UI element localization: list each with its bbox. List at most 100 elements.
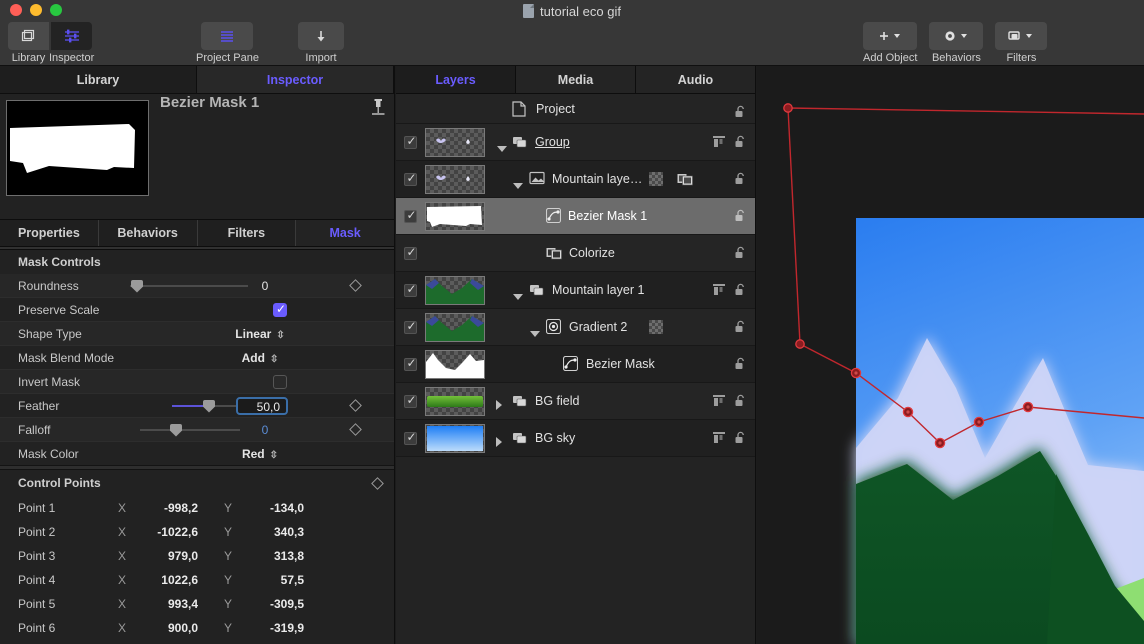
preserve-scale-checkbox[interactable] <box>273 302 287 317</box>
layer-visibility-checkbox[interactable] <box>404 208 417 223</box>
row-shape-type[interactable]: Shape Type Linear ⇳ <box>0 322 394 346</box>
toolbar-library-button[interactable]: Library <box>8 22 49 64</box>
layer-row-colorize[interactable]: Colorize <box>396 235 755 272</box>
control-point-row[interactable]: Point 2 X -1022,6 Y 340,3 <box>0 520 394 544</box>
tab-behaviors[interactable]: Behaviors <box>98 220 198 246</box>
lock-icon[interactable] <box>734 283 747 302</box>
tab-layers[interactable]: Layers <box>396 66 516 93</box>
tab-audio[interactable]: Audio <box>636 66 755 93</box>
disclosure-triangle-closed[interactable] <box>496 434 502 452</box>
control-point-row[interactable]: Point 3 X 979,0 Y 313,8 <box>0 544 394 568</box>
layer-row-mountain-layer-1[interactable]: Mountain layer 1 <box>396 272 755 309</box>
point-3-y-value[interactable]: 313,8 <box>238 549 308 563</box>
align-icon[interactable] <box>712 135 726 154</box>
layer-row-bezier-mask[interactable]: Bezier Mask <box>396 346 755 383</box>
lock-icon[interactable] <box>734 172 747 186</box>
point-4-y-value[interactable]: 57,5 <box>238 573 308 587</box>
layer-visibility-checkbox[interactable] <box>404 245 417 260</box>
roundness-value[interactable]: 0 <box>210 279 320 293</box>
disclosure-triangle-open[interactable] <box>513 287 523 305</box>
row-falloff[interactable]: Falloff 0 <box>0 418 394 442</box>
layer-row-gradient-2[interactable]: Gradient 2 <box>396 309 755 346</box>
layer-visibility-checkbox[interactable] <box>404 134 417 149</box>
feather-knob[interactable] <box>203 399 215 413</box>
lock-icon[interactable] <box>734 209 747 223</box>
control-point-row[interactable]: Point 4 X 1022,6 Y 57,5 <box>0 568 394 592</box>
row-preserve-scale[interactable]: Preserve Scale <box>0 298 394 322</box>
toolbar-behaviors-button[interactable]: Behaviors <box>929 22 984 64</box>
tab-properties[interactable]: Properties <box>0 220 99 246</box>
tab-inspector[interactable]: Inspector <box>197 66 394 93</box>
layer-visibility-checkbox[interactable] <box>404 319 417 334</box>
row-mask-color[interactable]: Mask Color Red ⇳ <box>0 442 394 466</box>
feather-keyframe-icon[interactable] <box>349 399 362 412</box>
tab-filters[interactable]: Filters <box>197 220 297 246</box>
lock-icon[interactable] <box>734 246 747 260</box>
toolbar-import-button[interactable]: Import <box>298 22 344 64</box>
layer-visibility-checkbox[interactable] <box>404 171 417 186</box>
pin-icon[interactable] <box>370 98 386 118</box>
shape-type-popup[interactable]: Linear ⇳ <box>180 327 340 341</box>
invert-mask-checkbox[interactable] <box>273 375 287 389</box>
tab-library[interactable]: Library <box>0 66 197 93</box>
point-2-label: Point 2 <box>18 525 56 539</box>
roundness-keyframe-icon[interactable] <box>349 279 362 292</box>
mask-blend-mode-popup[interactable]: Add ⇳ <box>180 351 340 365</box>
align-icon[interactable] <box>712 394 726 413</box>
disclosure-triangle-closed[interactable] <box>496 397 502 415</box>
canvas-viewport[interactable] <box>757 66 1144 644</box>
falloff-value[interactable]: 0 <box>210 423 320 437</box>
control-points-keyframe-icon[interactable] <box>371 476 384 490</box>
falloff-knob[interactable] <box>170 423 182 437</box>
lock-icon[interactable] <box>734 357 747 371</box>
layer-row-bg-sky[interactable]: BG sky <box>396 420 755 457</box>
lock-icon[interactable] <box>734 320 747 334</box>
tab-mask[interactable]: Mask <box>296 220 394 246</box>
align-icon[interactable] <box>712 283 726 302</box>
toolbar-project-pane-button[interactable]: Project Pane <box>196 22 259 64</box>
tab-media[interactable]: Media <box>516 66 636 93</box>
feather-value-field[interactable]: 50,0 <box>236 396 288 415</box>
disclosure-triangle-open[interactable] <box>513 176 523 194</box>
toolbar-add-object-button[interactable]: Add Object <box>863 22 917 64</box>
row-invert-mask[interactable]: Invert Mask <box>0 370 394 394</box>
point-5-y-value[interactable]: -309,5 <box>238 597 308 611</box>
layer-row-bezier-mask-1[interactable]: Bezier Mask 1 <box>396 198 755 235</box>
falloff-keyframe-icon[interactable] <box>349 423 362 436</box>
point-3-x-value[interactable]: 979,0 <box>132 549 202 563</box>
falloff-label: Falloff <box>18 422 51 437</box>
point-2-x-value[interactable]: -1022,6 <box>132 525 202 539</box>
disclosure-triangle-open[interactable] <box>530 324 540 342</box>
control-point-row[interactable]: Point 1 X -998,2 Y -134,0 <box>0 496 394 520</box>
lock-icon[interactable] <box>734 394 747 413</box>
toolbar-inspector-button[interactable]: Inspector <box>49 22 94 64</box>
layer-row-bg-field[interactable]: BG field <box>396 383 755 420</box>
point-4-x-value[interactable]: 1022,6 <box>132 573 202 587</box>
layer-visibility-checkbox[interactable] <box>404 430 417 445</box>
point-5-x-value[interactable]: 993,4 <box>132 597 202 611</box>
layer-visibility-checkbox[interactable] <box>404 282 417 297</box>
control-point-row[interactable]: Point 5 X 993,4 Y -309,5 <box>0 592 394 616</box>
control-point-row[interactable]: Point 6 X 900,0 Y -319,9 <box>0 616 394 640</box>
point-6-x-value[interactable]: 900,0 <box>132 621 202 635</box>
layer-row-group[interactable]: Group <box>396 124 755 161</box>
mask-color-popup[interactable]: Red ⇳ <box>180 447 340 461</box>
point-1-y-value[interactable]: -134,0 <box>238 501 308 515</box>
layer-visibility-checkbox[interactable] <box>404 393 417 408</box>
layer-row-mountain-layer[interactable]: Mountain laye… <box>396 161 755 198</box>
row-roundness[interactable]: Roundness 0 <box>0 274 394 298</box>
layer-visibility-checkbox[interactable] <box>404 356 417 371</box>
point-1-x-value[interactable]: -998,2 <box>132 501 202 515</box>
row-feather[interactable]: Feather 50,0 <box>0 394 394 418</box>
point-2-y-value[interactable]: 340,3 <box>238 525 308 539</box>
lock-icon[interactable] <box>734 431 747 450</box>
disclosure-triangle-open[interactable] <box>497 139 507 157</box>
roundness-knob[interactable] <box>131 279 143 293</box>
row-mask-blend-mode[interactable]: Mask Blend Mode Add ⇳ <box>0 346 394 370</box>
toolbar-filters-button[interactable]: Filters <box>995 22 1048 64</box>
point-6-y-value[interactable]: -319,9 <box>238 621 308 635</box>
lock-icon[interactable] <box>734 135 747 154</box>
lock-icon[interactable] <box>734 105 747 119</box>
layer-row-project[interactable]: Project <box>396 94 755 124</box>
align-icon[interactable] <box>712 431 726 450</box>
